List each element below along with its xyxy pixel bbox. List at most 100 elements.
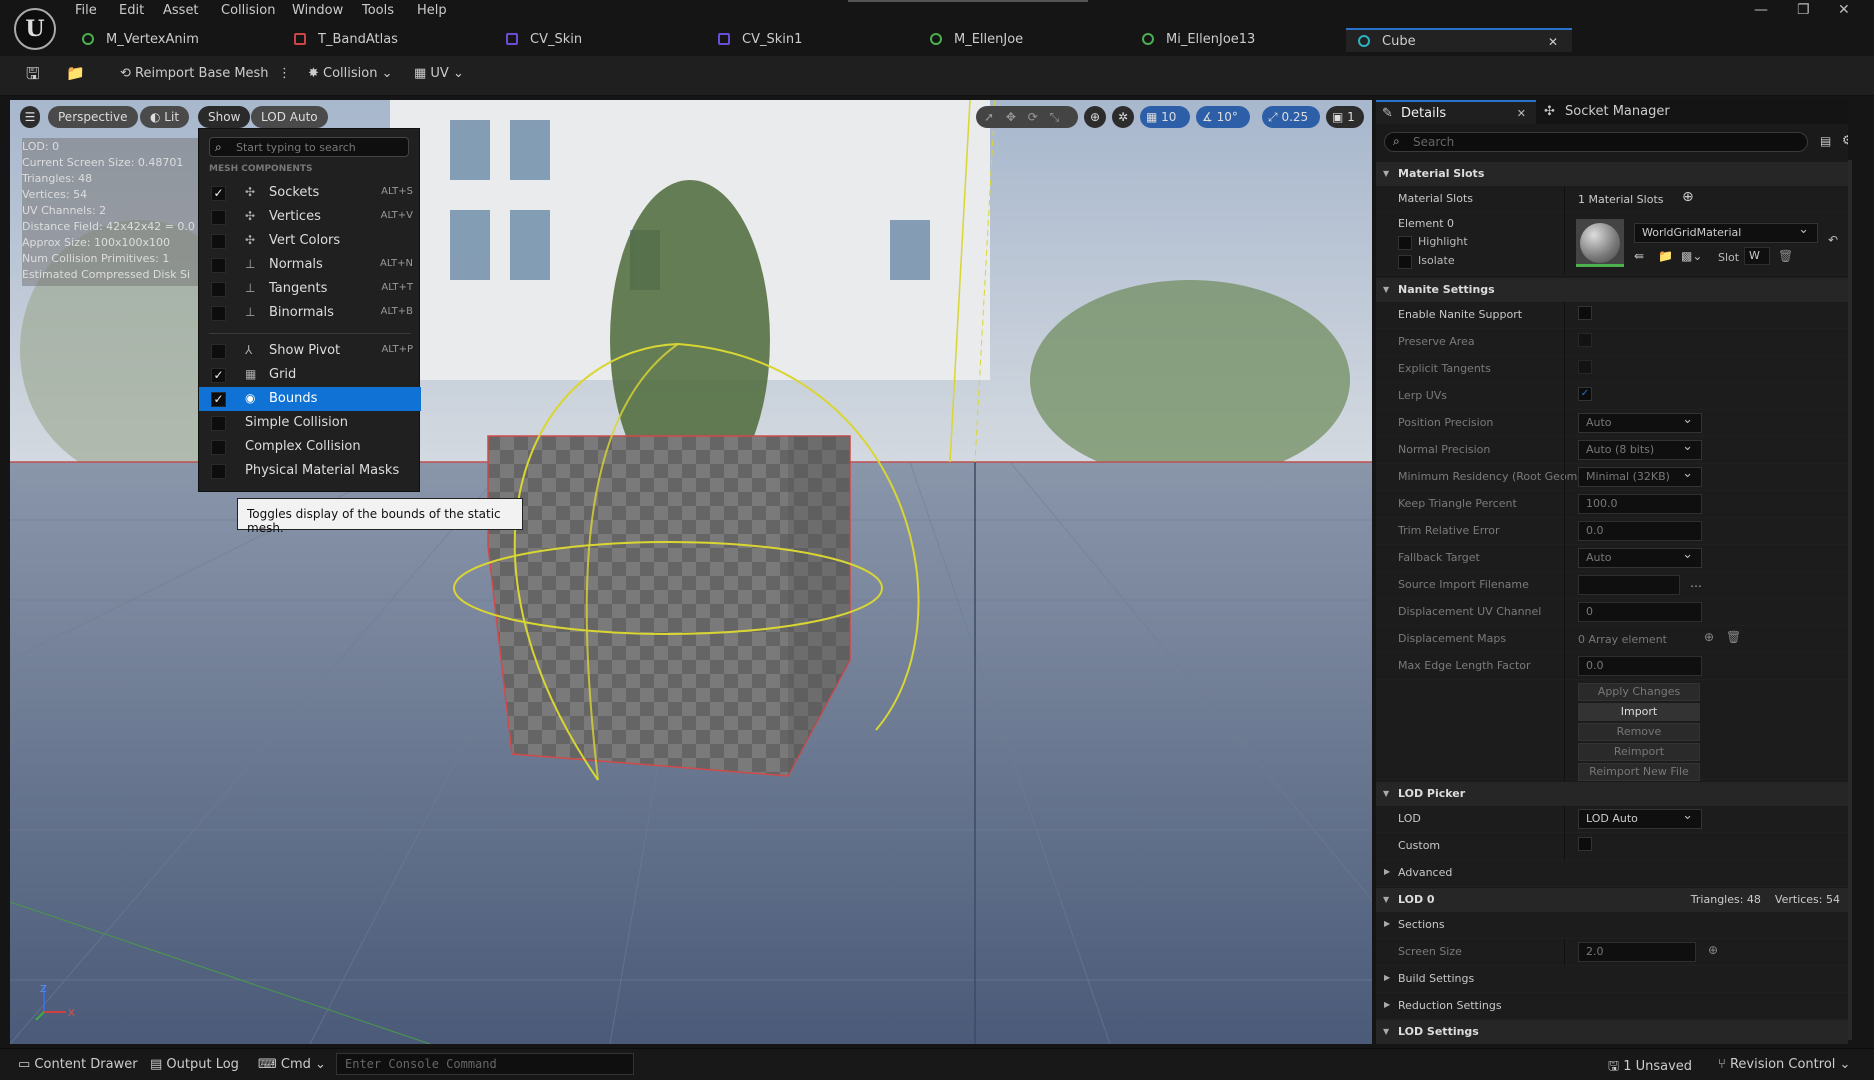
- max-edge-length-factor-input[interactable]: 0.0: [1578, 656, 1702, 676]
- section-material-slots[interactable]: Material Slots: [1376, 162, 1848, 186]
- section-lod-settings[interactable]: LOD Settings: [1376, 1020, 1848, 1044]
- menu-window[interactable]: Window: [292, 3, 343, 18]
- use-selected-icon[interactable]: ⇚: [1634, 249, 1644, 263]
- tab-m-vertexanim[interactable]: M_VertexAnim: [82, 28, 199, 52]
- tab-m-ellenjoe[interactable]: M_EllenJoe: [930, 28, 1023, 52]
- checkbox[interactable]: [211, 416, 226, 431]
- checkbox[interactable]: [211, 306, 226, 321]
- menu-item-normals[interactable]: ⊥ Normals ALT+N: [199, 253, 421, 277]
- material-thumbnail[interactable]: [1576, 219, 1624, 267]
- fallback-target-dropdown[interactable]: Auto: [1578, 547, 1702, 568]
- reimport-button[interactable]: Reimport: [1578, 743, 1700, 761]
- surface-snap-icon[interactable]: ✲: [1112, 106, 1134, 128]
- save-icon[interactable]: 🖫: [26, 63, 40, 90]
- import-button[interactable]: Import: [1578, 703, 1700, 721]
- tab-details[interactable]: ✎ Details ✕: [1376, 100, 1536, 124]
- isolate-checkbox[interactable]: [1398, 254, 1412, 269]
- checkbox[interactable]: [211, 258, 226, 273]
- checkbox[interactable]: [211, 440, 226, 455]
- row-sections[interactable]: ▶ Sections: [1376, 912, 1848, 939]
- checkbox[interactable]: [211, 234, 226, 249]
- show-menu-search[interactable]: ⌕ Start typing to search: [209, 137, 409, 157]
- camera-speed-button[interactable]: ▣ 1: [1326, 106, 1364, 128]
- menu-tools[interactable]: Tools: [362, 3, 394, 18]
- toolbar-options-icon[interactable]: ⋮: [278, 66, 291, 81]
- apply-changes-button[interactable]: Apply Changes: [1578, 683, 1700, 701]
- browse-file-icon[interactable]: …: [1690, 576, 1702, 590]
- material-options-icon[interactable]: ▩⌄: [1681, 249, 1702, 263]
- output-log-button[interactable]: ▤ Output Log: [150, 1057, 239, 1072]
- lerp-uvs-checkbox[interactable]: ✓: [1578, 386, 1592, 401]
- checkbox[interactable]: [211, 464, 226, 479]
- checkbox[interactable]: ✓: [211, 186, 226, 201]
- clear-array-icon[interactable]: 🗑: [1726, 630, 1741, 644]
- delete-slot-icon[interactable]: 🗑: [1778, 249, 1793, 263]
- source-import-filename-input[interactable]: [1578, 575, 1680, 595]
- menu-item-physical-material-masks[interactable]: Physical Material Masks: [199, 459, 421, 483]
- enable-nanite-checkbox[interactable]: [1578, 305, 1592, 320]
- menu-item-bounds[interactable]: ✓ ◉ Bounds: [199, 387, 421, 411]
- highlight-checkbox[interactable]: [1398, 235, 1412, 250]
- details-search-input[interactable]: ⌕ Search: [1384, 132, 1808, 152]
- uv-button[interactable]: ▦ UV ⌄: [414, 66, 464, 81]
- lod-dropdown[interactable]: LOD Auto: [1578, 808, 1702, 829]
- menu-item-vertices[interactable]: ✣ Vertices ALT+V: [199, 205, 421, 229]
- unreal-logo-icon[interactable]: U: [14, 8, 56, 50]
- scale-icon[interactable]: ⤡: [1050, 110, 1060, 124]
- rotate-icon[interactable]: ⟳: [1028, 110, 1038, 124]
- keep-triangle-percent-input[interactable]: 100.0: [1578, 494, 1702, 514]
- maximize-icon[interactable]: ❐: [1797, 2, 1810, 18]
- lit-button[interactable]: ◐ Lit: [140, 106, 190, 128]
- move-icon[interactable]: ✥: [1006, 110, 1016, 124]
- tab-cube[interactable]: Cube ✕: [1346, 28, 1572, 52]
- revision-control-button[interactable]: ⑂ Revision Control ⌄: [1718, 1057, 1850, 1072]
- add-slot-icon[interactable]: ⊕: [1682, 189, 1694, 205]
- section-lod-picker[interactable]: LOD Picker: [1376, 782, 1848, 806]
- row-build-settings[interactable]: ▶ Build Settings: [1376, 966, 1848, 993]
- section-nanite-settings[interactable]: Nanite Settings: [1376, 278, 1848, 302]
- menu-edit[interactable]: Edit: [119, 3, 144, 18]
- explicit-tangents-checkbox[interactable]: [1578, 359, 1592, 374]
- preserve-area-checkbox[interactable]: [1578, 332, 1592, 347]
- row-reduction-settings[interactable]: ▶ Reduction Settings: [1376, 993, 1848, 1020]
- material-dropdown[interactable]: WorldGridMaterial: [1634, 222, 1818, 243]
- rotation-snap-toggle[interactable]: ∡ 10°: [1196, 106, 1250, 128]
- unsaved-button[interactable]: 🖫 1 Unsaved: [1608, 1057, 1692, 1079]
- reset-icon[interactable]: ↶: [1828, 233, 1838, 247]
- checkbox[interactable]: [211, 282, 226, 297]
- tab-cv-skin1[interactable]: CV_Skin1: [718, 28, 802, 52]
- normal-precision-dropdown[interactable]: Auto (8 bits): [1578, 439, 1702, 460]
- close-window-icon[interactable]: ✕: [1838, 2, 1850, 18]
- show-button[interactable]: Show: [198, 106, 251, 128]
- row-advanced[interactable]: ▶ Advanced: [1376, 860, 1848, 887]
- details-scrollbar[interactable]: [1848, 160, 1852, 1040]
- close-tab-icon[interactable]: ✕: [1548, 30, 1558, 54]
- checkbox[interactable]: ✓: [211, 392, 226, 407]
- tab-mi-ellenjoe13[interactable]: Mi_EllenJoe13: [1142, 28, 1255, 52]
- menu-asset[interactable]: Asset: [163, 3, 199, 18]
- console-input[interactable]: Enter Console Command: [336, 1053, 634, 1075]
- perspective-button[interactable]: Perspective: [48, 106, 138, 128]
- checkbox[interactable]: [211, 344, 226, 359]
- menu-item-tangents[interactable]: ⊥ Tangents ALT+T: [199, 277, 421, 301]
- tab-t-bandatlas[interactable]: T_BandAtlas: [294, 28, 398, 52]
- menu-item-complex-collision[interactable]: Complex Collision: [199, 435, 421, 459]
- screen-size-input[interactable]: 2.0: [1578, 942, 1696, 962]
- cmd-button[interactable]: ⌨ Cmd ⌄: [258, 1057, 326, 1072]
- trim-relative-error-input[interactable]: 0.0: [1578, 521, 1702, 541]
- menu-item-sockets[interactable]: ✓ ✣ Sockets ALT+S: [199, 181, 421, 205]
- menu-item-show-pivot[interactable]: ⅄ Show Pivot ALT+P: [199, 339, 421, 363]
- checkbox[interactable]: ✓: [211, 368, 226, 383]
- content-drawer-button[interactable]: ▭ Content Drawer: [18, 1057, 138, 1072]
- custom-checkbox[interactable]: [1578, 836, 1592, 851]
- menu-help[interactable]: Help: [417, 3, 447, 18]
- viewport-menu-icon[interactable]: ☰: [20, 106, 40, 128]
- tab-socket-manager[interactable]: ✣ Socket Manager: [1544, 100, 1670, 124]
- section-lod-0[interactable]: LOD 0 Triangles: 48 Vertices: 54: [1376, 888, 1848, 912]
- reimport-button[interactable]: ⟲ Reimport Base Mesh: [120, 66, 269, 81]
- tab-cv-skin[interactable]: CV_Skin: [506, 28, 582, 52]
- menu-item-vert-colors[interactable]: ✣ Vert Colors: [199, 229, 421, 253]
- table-view-icon[interactable]: ▤: [1820, 134, 1831, 148]
- menu-collision[interactable]: Collision: [221, 3, 275, 18]
- position-precision-dropdown[interactable]: Auto: [1578, 412, 1702, 433]
